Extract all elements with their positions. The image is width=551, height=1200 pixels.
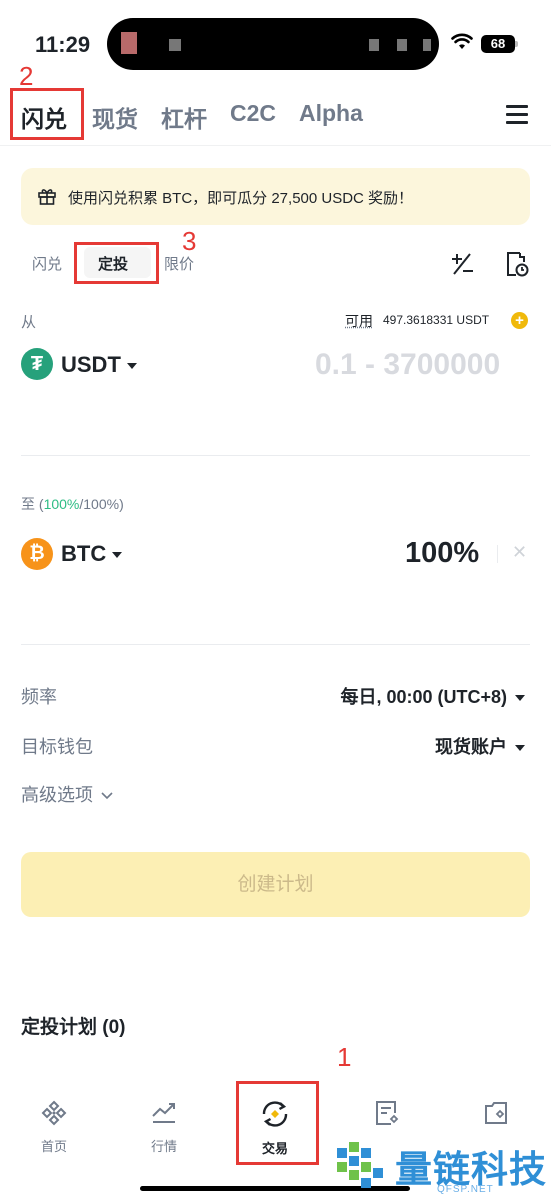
menu-icon[interactable] bbox=[506, 105, 528, 125]
frequency-selector[interactable]: 每日, 00:00 (UTC+8) bbox=[340, 683, 525, 709]
tab-convert[interactable]: 闪兑 bbox=[21, 100, 67, 134]
from-token-label: USDT bbox=[61, 352, 121, 377]
header-divider bbox=[0, 145, 551, 146]
wallet-icon bbox=[485, 1102, 507, 1124]
nav-orders[interactable] bbox=[351, 1099, 421, 1136]
promo-text: 使用闪兑积累 BTC，即可瓜分 27,500 USDC 奖励！ bbox=[68, 190, 414, 207]
status-time: 11:29 bbox=[35, 32, 91, 57]
annotation-number-1: 1 bbox=[337, 1042, 352, 1072]
chevron-down-icon bbox=[515, 695, 525, 702]
pct-divider bbox=[497, 545, 498, 563]
dynamic-island bbox=[107, 18, 439, 70]
advanced-options-label: 高级选项 bbox=[21, 785, 93, 805]
battery-tip bbox=[515, 41, 518, 47]
battery-indicator: 68 bbox=[481, 35, 515, 53]
tab-c2c[interactable]: C2C bbox=[230, 100, 276, 127]
tab-alpha[interactable]: Alpha bbox=[299, 100, 363, 127]
watermark-subtext: QFSP.NET bbox=[437, 1184, 494, 1195]
target-wallet-label: 目标钱包 bbox=[21, 737, 93, 757]
gift-icon bbox=[38, 189, 56, 205]
plus-minus-icon[interactable] bbox=[449, 251, 475, 277]
nav-markets-label: 行情 bbox=[150, 1139, 177, 1154]
usdt-token-icon: ₮ bbox=[21, 348, 53, 380]
nav-trade-label: 交易 bbox=[261, 1141, 288, 1156]
nav-home[interactable]: 首页 bbox=[19, 1099, 89, 1155]
chevron-down-icon bbox=[126, 363, 137, 370]
allocation-percent[interactable]: 100% bbox=[405, 537, 479, 570]
amount-input[interactable]: 0.1 - 3700000 bbox=[315, 348, 500, 382]
nav-home-label: 首页 bbox=[40, 1139, 67, 1154]
from-label: 从 bbox=[21, 314, 37, 331]
orders-icon bbox=[376, 1101, 399, 1125]
nav-markets[interactable]: 行情 bbox=[129, 1099, 199, 1155]
frequency-label: 频率 bbox=[21, 687, 57, 707]
wallet-value: 现货账户 bbox=[435, 737, 507, 757]
wallet-selector[interactable]: 现货账户 bbox=[435, 733, 525, 759]
to-label: 至 (100%/100%) bbox=[21, 496, 124, 512]
btc-token-icon: ₿ bbox=[21, 538, 53, 570]
add-funds-icon[interactable]: + bbox=[511, 312, 528, 329]
section-divider bbox=[21, 455, 530, 456]
plan-history-icon[interactable] bbox=[504, 250, 530, 278]
from-token-selector[interactable]: USDT bbox=[61, 352, 137, 378]
tab-spot[interactable]: 现货 bbox=[92, 100, 138, 134]
watermark-logo bbox=[337, 1142, 383, 1188]
close-icon[interactable]: ✕ bbox=[512, 542, 527, 563]
tab-margin[interactable]: 杠杆 bbox=[161, 100, 207, 134]
nav-trade[interactable]: 交易 bbox=[240, 1099, 310, 1157]
chevron-down-icon bbox=[515, 745, 525, 752]
sub-tab-limit[interactable]: 限价 bbox=[164, 253, 194, 274]
create-plan-button[interactable]: 创建计划 bbox=[21, 852, 530, 917]
nav-wallet[interactable] bbox=[461, 1099, 531, 1136]
trade-exchange-icon bbox=[262, 1101, 288, 1127]
to-token-selector[interactable]: BTC bbox=[61, 541, 123, 567]
sub-tab-convert[interactable]: 闪兑 bbox=[32, 253, 62, 274]
annotation-box-3 bbox=[74, 242, 159, 284]
wifi-icon bbox=[451, 33, 473, 49]
chevron-down-icon bbox=[112, 552, 123, 559]
home-diamond-icon bbox=[41, 1100, 67, 1126]
plans-title: 定投计划 (0) bbox=[21, 1017, 126, 1038]
available-label[interactable]: 可用 bbox=[345, 311, 373, 331]
chevron-down-icon bbox=[101, 792, 113, 800]
to-token-label: BTC bbox=[61, 541, 107, 566]
section-divider bbox=[21, 644, 530, 645]
chart-trend-icon bbox=[152, 1103, 175, 1123]
advanced-options-toggle[interactable]: 高级选项 bbox=[21, 781, 114, 807]
frequency-value: 每日, 00:00 (UTC+8) bbox=[340, 687, 507, 707]
available-value: 497.3618331 USDT bbox=[383, 313, 490, 327]
